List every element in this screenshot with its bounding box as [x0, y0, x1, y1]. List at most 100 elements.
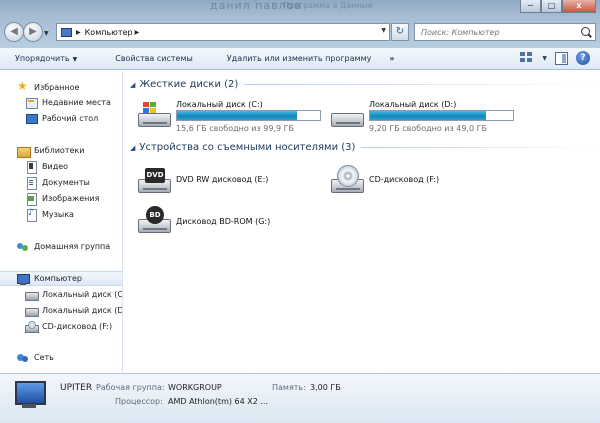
processor-value: AMD Athlon(tm) 64 X2 ... [168, 397, 268, 406]
search-box[interactable] [414, 23, 596, 41]
title-bar: данил павлов Программа в Данные ─ □ x [0, 0, 600, 17]
refresh-icon: ↻ [395, 26, 405, 37]
sidebar-item-libraries[interactable]: Библиотеки [0, 143, 122, 158]
disk-usage-bar [176, 110, 321, 121]
arrow-right-icon: ▶ [29, 26, 37, 37]
sidebar-item-label: Документы [42, 178, 90, 187]
sidebar-item-music[interactable]: Музыка [0, 207, 122, 222]
search-input[interactable] [421, 27, 581, 37]
cd-drive-icon [25, 320, 39, 333]
sidebar-item-cd-f[interactable]: CD-дисковод (F:) [0, 319, 122, 334]
address-bar[interactable]: ▶ Компьютер ▶ ▼ [56, 23, 390, 41]
workgroup-value: WORKGROUP [168, 383, 222, 392]
address-row: ◀ ▶ ▼ ▶ Компьютер ▶ ▼ ↻ [0, 17, 600, 48]
video-icon [25, 160, 38, 174]
drive-c[interactable]: Локальный диск (C:) 15,6 ГБ свободно из … [136, 99, 326, 135]
help-icon[interactable]: ? [576, 51, 590, 65]
drive-g[interactable]: BD Дисковод BD-ROM (G:) [136, 205, 306, 241]
forward-button[interactable]: ▶ [23, 22, 43, 42]
drive-d[interactable]: Локальный диск (D:) 9,20 ГБ свободно из … [329, 99, 519, 135]
sidebar-item-label: Локальный диск (C [42, 290, 122, 299]
sidebar-item-label: Компьютер [34, 274, 82, 283]
collapse-triangle-icon[interactable]: ◢ [130, 81, 135, 89]
sidebar-item-documents[interactable]: Документы [0, 175, 122, 190]
recent-places-icon [25, 97, 38, 109]
uninstall-program-button[interactable]: Удалить или изменить программу [222, 54, 377, 63]
back-button[interactable]: ◀ [4, 22, 24, 42]
preview-pane-icon[interactable] [555, 51, 568, 65]
hard-disk-icon [329, 99, 365, 133]
minimize-button[interactable]: ─ [520, 0, 541, 13]
star-icon [17, 80, 30, 94]
sidebar-item-network[interactable]: Сеть [0, 350, 122, 365]
address-dropdown-icon[interactable]: ▼ [381, 27, 386, 34]
sidebar-item-label: Библиотеки [34, 146, 85, 155]
cd-drive-icon [329, 165, 365, 199]
breadcrumb-computer[interactable]: Компьютер [85, 28, 133, 37]
group-divider [244, 84, 596, 85]
group-title: Устройства со съемными носителями (3) [139, 142, 356, 153]
dvd-drive-icon: DVD [136, 165, 172, 199]
network-icon [17, 352, 30, 364]
chevron-down-icon: ▼ [72, 56, 78, 63]
sidebar-item-label: Музыка [42, 210, 74, 219]
close-button[interactable]: x [562, 0, 596, 13]
drive-name: DVD RW дисковод (E:) [176, 175, 269, 184]
computer-icon [12, 381, 46, 413]
documents-icon [25, 176, 38, 190]
memory-value: 3,00 ГБ [310, 383, 341, 392]
sidebar-item-computer[interactable]: Компьютер [0, 271, 122, 286]
sidebar-item-disk-d[interactable]: Локальный диск (D [0, 303, 122, 318]
maximize-button[interactable]: □ [541, 0, 562, 13]
refresh-button[interactable]: ↻ [391, 23, 409, 41]
recent-pages-dropdown[interactable]: ▼ [44, 30, 49, 37]
sidebar-item-label: Сеть [34, 353, 54, 362]
bd-rom-drive-icon: BD [136, 205, 172, 239]
computer-name: UPITER [60, 383, 93, 393]
memory-label: Память: [272, 383, 306, 392]
sidebar-item-recent-places[interactable]: Недавние места [0, 95, 122, 110]
sidebar-item-desktop[interactable]: Рабочий стол [0, 111, 122, 126]
breadcrumb-chevron-icon[interactable]: ▶ [135, 29, 140, 36]
sidebar-item-label: Недавние места [42, 98, 111, 107]
sidebar-item-disk-c[interactable]: Локальный диск (C [0, 287, 122, 302]
computer-icon [60, 27, 74, 38]
hard-disk-windows-icon [136, 99, 172, 133]
drive-free-space: 9,20 ГБ свободно из 49,0 ГБ [369, 124, 488, 133]
drive-free-space: 15,6 ГБ свободно из 99,9 ГБ [176, 124, 295, 133]
group-title: Жесткие диски (2) [139, 79, 239, 90]
organize-label: Упорядочить [15, 54, 70, 63]
hard-disk-icon [25, 305, 39, 317]
sidebar-item-label: CD-дисковод (F:) [42, 322, 113, 331]
content-pane: ◢ Жесткие диски (2) Локальный диск (C:) … [124, 71, 600, 373]
sidebar-item-homegroup[interactable]: Домашняя группа [0, 239, 122, 254]
workgroup-label: Рабочая группа: [96, 383, 165, 392]
background-window-subtext: Программа в Данные [283, 1, 373, 10]
drive-e[interactable]: DVD DVD RW дисковод (E:) [136, 165, 306, 201]
sidebar-item-video[interactable]: Видео [0, 159, 122, 174]
search-icon[interactable] [581, 27, 590, 36]
collapse-triangle-icon[interactable]: ◢ [130, 144, 135, 152]
view-controls: ▼ ? [520, 51, 590, 65]
removable-devices-group-header[interactable]: ◢ Устройства со съемными носителями (3) [130, 142, 596, 153]
view-options-dropdown-icon[interactable]: ▼ [542, 55, 547, 62]
organize-menu[interactable]: Упорядочить ▼ [10, 54, 82, 63]
command-bar: Упорядочить ▼ Свойства системы Удалить ил… [0, 48, 600, 70]
change-view-icon[interactable] [520, 51, 534, 65]
desktop-icon [25, 113, 38, 125]
window-controls: ─ □ x [520, 0, 596, 13]
sidebar-item-label: Изображения [42, 194, 100, 203]
dvd-badge: DVD [145, 168, 165, 183]
sidebar-item-label: Видео [42, 162, 69, 171]
group-divider [361, 147, 596, 148]
drive-name: Локальный диск (C:) [176, 100, 263, 109]
breadcrumb-chevron-icon[interactable]: ▶ [76, 29, 81, 36]
drive-name: Дисковод BD-ROM (G:) [176, 217, 271, 226]
drive-f[interactable]: CD-дисковод (F:) [329, 165, 499, 201]
more-commands-button[interactable]: » [384, 54, 399, 63]
sidebar-item-favorites[interactable]: Избранное [0, 80, 122, 95]
hard-disks-group-header[interactable]: ◢ Жесткие диски (2) [130, 79, 596, 90]
images-icon [25, 192, 38, 206]
system-properties-button[interactable]: Свойства системы [110, 54, 198, 63]
sidebar-item-images[interactable]: Изображения [0, 191, 122, 206]
